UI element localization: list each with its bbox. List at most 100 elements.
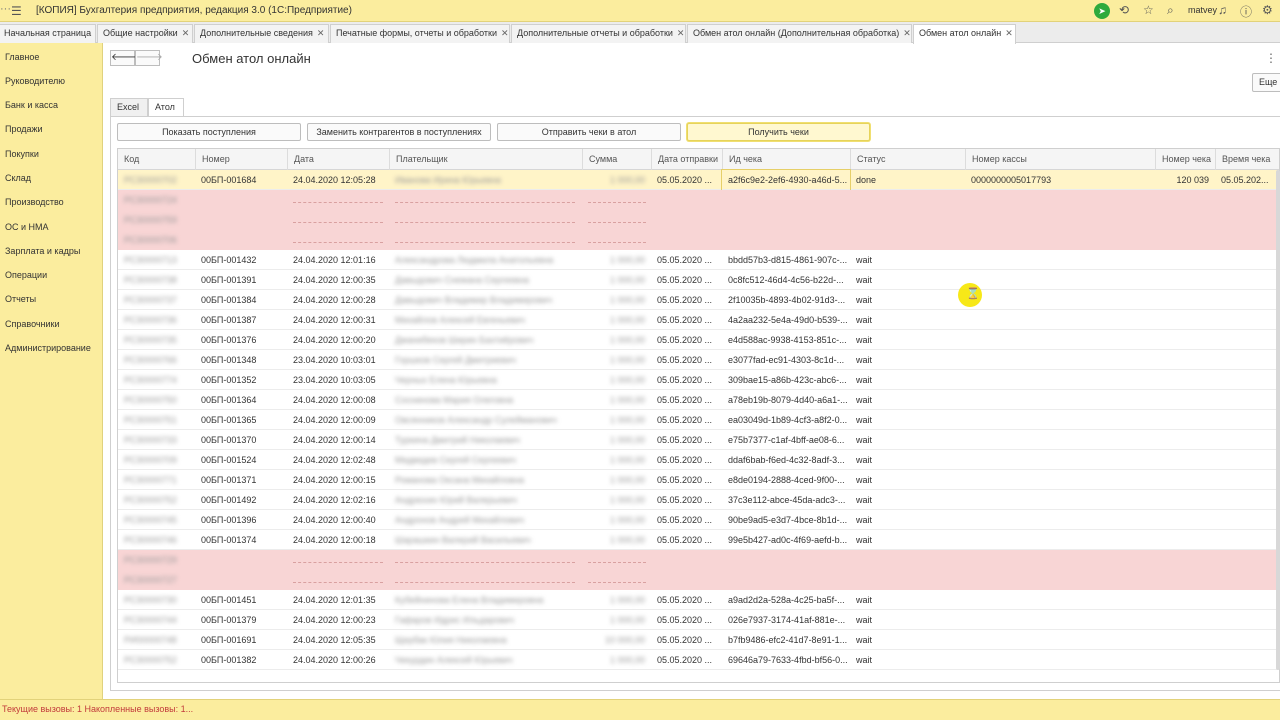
column-header-number[interactable]: Номер (195, 149, 287, 170)
tab-atol[interactable]: Атол (148, 98, 184, 117)
tab-general-settings[interactable]: Общие настройки ✕ (97, 24, 193, 43)
sidebar-item-manager[interactable]: Руководителю (5, 76, 65, 86)
table-row[interactable]: РСЗ0000771 00БП-001371 24.04.2020 12:00:15… (118, 470, 1278, 490)
table-row[interactable]: РСЗ0000752 00БП-001492 24.04.2020 12:02:16… (118, 490, 1278, 510)
table-row[interactable]: РИ00000748 00БП-001691 24.04.2020 12:05:35… (118, 630, 1278, 650)
tab-atol-exchange-processing[interactable]: Обмен атол онлайн (Дополнительная обрабо… (687, 24, 912, 43)
table-row[interactable]: РСЗ0000744 00БП-001379 24.04.2020 12:00:23… (118, 610, 1278, 630)
cell-num: 00БП-001396 (201, 515, 257, 525)
sidebar-item-assets[interactable]: ОС и НМА (5, 222, 49, 232)
close-icon[interactable]: ✕ (317, 28, 325, 38)
cell-sent: 05.05.2020 ... (657, 515, 713, 525)
star-icon[interactable]: ☆ (1143, 3, 1154, 17)
column-header-check-number[interactable]: Номер чека (1155, 149, 1215, 170)
user-name[interactable]: matvey (1188, 5, 1217, 15)
sidebar-item-main[interactable]: Главное (5, 52, 39, 62)
table-row[interactable]: РСЗ0000745 00БП-001396 24.04.2020 12:00:40… (118, 510, 1278, 530)
tab-atol-exchange[interactable]: Обмен атол онлайн ✕ (913, 24, 1016, 44)
forward-button[interactable]: 🡒 (135, 50, 163, 66)
sidebar-item-administration[interactable]: Администрирование (5, 343, 91, 353)
tab-additional-reports[interactable]: Дополнительные отчеты и обработки ✕ (511, 24, 686, 43)
tab-label: Дополнительные сведения (200, 28, 313, 38)
sidebar-item-reports[interactable]: Отчеты (5, 294, 36, 304)
column-header-check-time[interactable]: Время чека (1215, 149, 1279, 170)
table-row-error[interactable]: РСЗ0000729 РСЗ0000727 (118, 550, 1278, 590)
sidebar-item-references[interactable]: Справочники (5, 319, 60, 329)
cell-id: 37c3e112-abce-45da-adc3-... (728, 495, 846, 505)
cell-code: РСЗ0000727 (124, 575, 177, 585)
app-menu-dots-icon[interactable]: ··· (0, 3, 11, 15)
cell-num: 00БП-001365 (201, 415, 257, 425)
table-row[interactable]: РСЗ0000746 00БП-001374 24.04.2020 12:00:18… (118, 530, 1278, 550)
cell-id: e3077fad-ec91-4303-8c1d-... (728, 355, 845, 365)
tab-additional-info[interactable]: Дополнительные сведения ✕ (194, 24, 329, 43)
sidebar-item-bank[interactable]: Банк и касса (5, 100, 58, 110)
column-header-check-id[interactable]: Ид чека (722, 149, 850, 170)
info-icon[interactable]: ⓘ (1240, 3, 1252, 20)
table-row[interactable]: РСЗ0000766 00БП-001348 23.04.2020 10:03:01… (118, 350, 1278, 370)
cell-num: 00БП-001384 (201, 295, 257, 305)
show-receipts-button[interactable]: Показать поступления (117, 123, 301, 141)
hamburger-menu-icon[interactable]: ☰ (11, 4, 22, 18)
sidebar-item-purchases[interactable]: Покупки (5, 149, 39, 159)
status-calls-text[interactable]: Текущие вызовы: 1 Накопленные вызовы: 1.… (2, 704, 193, 714)
cell-date: 24.04.2020 12:00:26 (293, 655, 376, 665)
table-row[interactable]: РСЗ0000750 00БП-001364 24.04.2020 12:00:08… (118, 390, 1278, 410)
back-button[interactable]: 🡐 (110, 50, 138, 66)
table-row[interactable]: РСЗ0000738 00БП-001391 24.04.2020 12:00:35… (118, 270, 1278, 290)
bell-icon[interactable]: ♫ (1218, 3, 1227, 17)
empty-cell-marker (395, 242, 575, 243)
close-icon[interactable]: ✕ (677, 28, 685, 38)
table-row[interactable]: РСЗ0000735 00БП-001376 24.04.2020 12:00:20… (118, 330, 1278, 350)
cell-id: 99e5b427-ad0c-4f69-aefd-b... (728, 535, 848, 545)
vertical-scrollbar[interactable] (1276, 170, 1280, 670)
table-row[interactable]: РСЗ0000752 00БП-001382 24.04.2020 12:00:26… (118, 650, 1278, 670)
column-header-send-date[interactable]: Дата отправки (651, 149, 722, 170)
sidebar-item-sales[interactable]: Продажи (5, 124, 43, 134)
history-icon[interactable]: ⟲ (1119, 3, 1129, 17)
column-header-sum[interactable]: Сумма (582, 149, 651, 170)
column-header-date[interactable]: Дата (287, 149, 389, 170)
table-row[interactable]: РСЗ0000733 00БП-001370 24.04.2020 12:00:14… (118, 430, 1278, 450)
column-header-status[interactable]: Статус (850, 149, 965, 170)
sidebar-item-operations[interactable]: Операции (5, 270, 47, 280)
table-row[interactable]: РСЗ0000751 00БП-001365 24.04.2020 12:00:09… (118, 410, 1278, 430)
cell-date: 24.04.2020 12:02:48 (293, 455, 376, 465)
sidebar-item-warehouse[interactable]: Склад (5, 173, 31, 183)
checks-table[interactable]: Код Номер Дата Плательщик Сумма Дата отп… (117, 148, 1280, 683)
cell-status: wait (856, 655, 873, 665)
more-button[interactable]: Еще (1252, 73, 1280, 92)
cell-sent: 05.05.2020 ... (657, 375, 713, 385)
table-row[interactable]: РСЗ0000737 00БП-001384 24.04.2020 12:00:28… (118, 290, 1278, 310)
empty-cell-marker (588, 582, 646, 583)
sidebar-item-production[interactable]: Производство (5, 197, 64, 207)
tab-excel[interactable]: Excel (110, 98, 148, 117)
close-icon[interactable]: ✕ (182, 28, 190, 38)
table-row-error[interactable]: РСЗ0000724 РСЗ0000759 РСЗ0000706 (118, 190, 1278, 250)
table-row[interactable]: РСЗ0000713 00БП-001432 24.04.2020 12:01:16… (118, 250, 1278, 270)
table-row[interactable]: РСЗ0000774 00БП-001352 23.04.2020 10:03:05… (118, 370, 1278, 390)
more-vertical-icon[interactable]: ⋮ (1265, 51, 1277, 65)
replace-counterparties-button[interactable]: Заменить контрагентов в поступлениях (307, 123, 491, 141)
table-row-selected[interactable]: РСЗ0000702 00БП-001684 24.04.2020 12:05:28… (118, 169, 1278, 191)
tab-home[interactable]: Начальная страница (0, 24, 96, 43)
cell-code: РСЗ0000729 (124, 555, 177, 565)
sidebar-item-salary[interactable]: Зарплата и кадры (5, 246, 80, 256)
table-row[interactable]: РСЗ0000709 00БП-001524 24.04.2020 12:02:48… (118, 450, 1278, 470)
column-header-kassa-number[interactable]: Номер кассы (965, 149, 1155, 170)
close-icon[interactable]: ✕ (501, 28, 509, 38)
column-header-payer[interactable]: Плательщик (389, 149, 582, 170)
close-icon[interactable]: ✕ (903, 28, 911, 38)
get-checks-button[interactable]: Получить чеки (687, 123, 870, 141)
settings-icon[interactable]: ⚙ (1262, 3, 1273, 17)
column-header-code[interactable]: Код (118, 149, 195, 170)
send-checks-button[interactable]: Отправить чеки в атол (497, 123, 681, 141)
search-icon[interactable]: ⌕ (1167, 3, 1174, 18)
cell-sum: 10 000,00 (604, 635, 645, 645)
cell-num: 00БП-001432 (201, 255, 257, 265)
tab-print-forms[interactable]: Печатные формы, отчеты и обработки ✕ (330, 24, 510, 43)
arrow-green-icon[interactable]: ➤ (1094, 3, 1110, 19)
table-row[interactable]: РСЗ0000730 00БП-001451 24.04.2020 12:01:35… (118, 590, 1278, 610)
close-icon[interactable]: ✕ (1005, 28, 1013, 38)
table-row[interactable]: РСЗ0000736 00БП-001387 24.04.2020 12:00:31… (118, 310, 1278, 330)
